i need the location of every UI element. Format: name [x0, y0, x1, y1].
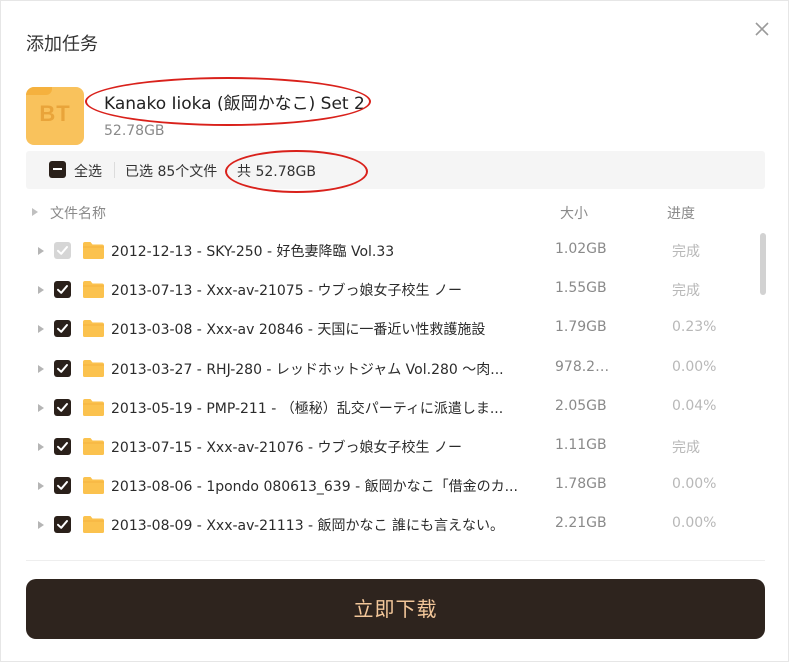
file-name: 2013-07-15 - Xxx-av-21076 - ウブっ娘女子校生 ノー	[111, 440, 463, 456]
dialog-title: 添加任务	[26, 34, 98, 55]
file-row[interactable]: 2013-03-27 - RHJ-280 - レッドホットジャム Vol.280…	[1, 349, 761, 388]
file-name: 2013-08-09 - Xxx-av-21113 - 飯岡かなこ 誰にも言えな…	[111, 518, 505, 535]
file-checkbox[interactable]	[54, 398, 71, 416]
divider	[114, 162, 115, 178]
download-now-button[interactable]: 立即下载	[26, 579, 765, 639]
file-size: 2.05GB	[555, 397, 607, 414]
file-checkbox[interactable]	[54, 359, 71, 377]
select-all-checkbox[interactable]	[49, 161, 66, 178]
task-name: Kanako Iioka (飯岡かなこ) Set 2	[104, 94, 365, 114]
checkmark-icon	[57, 402, 68, 412]
selected-count: 已选 85个文件	[125, 164, 218, 180]
checkmark-icon	[57, 481, 68, 490]
file-size: 2.21GB	[555, 515, 607, 532]
file-size: 978.22...	[555, 358, 615, 375]
file-progress: 0.00%	[672, 358, 717, 375]
file-size: 1.11GB	[555, 437, 607, 453]
file-checkbox[interactable]	[54, 477, 71, 495]
folder-icon	[83, 242, 104, 259]
bt-file-icon: BT	[26, 87, 84, 145]
file-name: 2013-07-13 - Xxx-av-21075 - ウブっ娘女子校生 ノー	[111, 283, 463, 300]
checkmark-icon	[57, 324, 68, 334]
checkmark-icon	[57, 520, 68, 530]
folder-icon	[83, 516, 104, 534]
folder-icon	[83, 320, 104, 338]
close-icon[interactable]	[753, 20, 771, 38]
folder-icon	[83, 281, 104, 299]
expand-arrow-icon[interactable]	[38, 403, 44, 412]
file-row[interactable]: 2013-08-06 - 1pondo 080613_639 - 飯岡かなこ「借…	[1, 466, 761, 505]
expand-arrow-icon[interactable]	[38, 443, 44, 451]
file-progress: 0.00%	[672, 476, 717, 493]
file-checkbox	[54, 242, 71, 259]
task-size: 52.78GB	[104, 123, 165, 139]
file-name: 2013-05-19 - PMP-211 - （極秘）乱交パーティに派遣しま..…	[111, 400, 504, 417]
folder-icon	[83, 359, 104, 377]
select-all-label[interactable]: 全选	[74, 161, 102, 181]
file-size: 1.79GB	[555, 319, 607, 336]
column-header-size[interactable]: 大小	[560, 203, 588, 223]
file-name: 2013-03-08 - Xxx-av 20846 - 天国に一番近い性救護施設	[111, 322, 486, 339]
column-header-progress[interactable]: 进度	[667, 203, 695, 223]
file-row[interactable]: 2013-08-09 - Xxx-av-21113 - 飯岡かなこ 誰にも言えな…	[1, 505, 761, 544]
file-progress: 0.04%	[672, 397, 717, 414]
checkmark-icon	[57, 363, 68, 373]
folder-icon	[83, 438, 104, 455]
folder-icon	[83, 477, 104, 495]
expand-arrow-icon[interactable]	[38, 482, 44, 491]
column-header-name[interactable]: 文件名称	[50, 203, 106, 223]
checkmark-icon	[57, 246, 68, 255]
file-checkbox[interactable]	[54, 516, 71, 534]
expand-all-arrow-icon[interactable]	[32, 208, 38, 216]
expand-arrow-icon[interactable]	[38, 521, 44, 530]
selection-bar: 全选 已选 85个文件 共 52.78GB	[26, 151, 765, 189]
add-task-dialog: 添加任务 BT Kanako Iioka (飯岡かなこ) Set 2 52.78…	[0, 0, 789, 662]
file-row[interactable]: 2013-07-13 - Xxx-av-21075 - ウブっ娘女子校生 ノー 1…	[1, 270, 761, 309]
file-row[interactable]: 2012-12-13 - SKY-250 - 好色妻降臨 Vol.33 1.02G…	[1, 231, 761, 270]
selected-total-size: 共 52.78GB	[237, 164, 316, 180]
expand-arrow-icon[interactable]	[38, 286, 44, 295]
file-progress: 0.23%	[672, 319, 717, 336]
folder-icon	[83, 398, 104, 416]
file-checkbox[interactable]	[54, 281, 71, 299]
file-name: 2013-08-06 - 1pondo 080613_639 - 飯岡かなこ「借…	[111, 479, 518, 496]
file-progress: 0.00%	[672, 515, 717, 532]
expand-arrow-icon[interactable]	[38, 325, 44, 334]
file-progress: 完成	[672, 440, 700, 456]
file-row[interactable]: 2013-05-19 - PMP-211 - （極秘）乱交パーティに派遣しま..…	[1, 388, 761, 427]
expand-arrow-icon[interactable]	[38, 247, 44, 255]
file-checkbox[interactable]	[54, 320, 71, 338]
checkmark-icon	[57, 285, 68, 294]
file-row[interactable]: 2013-07-15 - Xxx-av-21076 - ウブっ娘女子校生 ノー 1…	[1, 427, 761, 466]
file-progress: 完成	[672, 283, 700, 300]
file-row[interactable]: 2013-03-08 - Xxx-av 20846 - 天国に一番近い性救護施設…	[1, 309, 761, 348]
expand-arrow-icon[interactable]	[38, 364, 44, 373]
file-name: 2012-12-13 - SKY-250 - 好色妻降臨 Vol.33	[111, 244, 395, 260]
checkmark-icon	[57, 442, 68, 451]
scrollbar[interactable]	[760, 233, 766, 295]
file-size: 1.78GB	[555, 476, 607, 493]
divider	[26, 560, 765, 561]
file-size: 1.55GB	[555, 280, 607, 297]
file-size: 1.02GB	[555, 241, 607, 257]
file-progress: 完成	[672, 244, 700, 260]
file-list: 2012-12-13 - SKY-250 - 好色妻降臨 Vol.33 1.02G…	[1, 231, 761, 551]
file-name: 2013-03-27 - RHJ-280 - レッドホットジャム Vol.280…	[111, 361, 504, 378]
file-checkbox[interactable]	[54, 438, 71, 455]
